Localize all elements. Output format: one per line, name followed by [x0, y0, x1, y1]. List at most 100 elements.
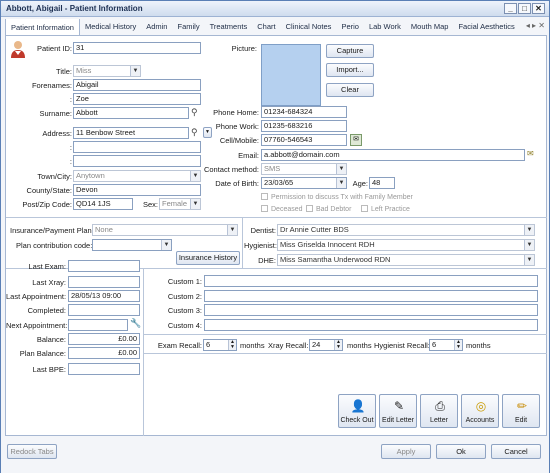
permission-checkbox[interactable]: Permission to discuss Tx with Family Mem… — [261, 193, 413, 201]
sex-select[interactable]: Female ▼ — [159, 198, 201, 210]
sms-icon[interactable]: ✉ — [350, 134, 362, 146]
tab-mouth-map[interactable]: Mouth Map — [406, 19, 454, 35]
minimize-button[interactable]: _ — [504, 3, 517, 14]
cell-field[interactable]: 07760-546543 — [261, 134, 347, 146]
tab-strip: Patient Information Medical History Admi… — [5, 19, 547, 36]
spinner-icon[interactable]: ▲ ▼ — [454, 340, 462, 350]
tab-lab-work[interactable]: Lab Work — [364, 19, 406, 35]
last-exam-field[interactable] — [68, 260, 140, 272]
edit-button[interactable]: ✏ Edit — [502, 394, 540, 428]
left-practice-checkbox[interactable]: Left Practice — [361, 205, 410, 213]
tab-perio[interactable]: Perio — [336, 19, 364, 35]
check-out-button[interactable]: 👤 Check Out — [338, 394, 376, 428]
divider — [144, 334, 547, 335]
letter-button[interactable]: ⎙ Letter — [420, 394, 458, 428]
xray-recall-field[interactable]: 24 ▲ ▼ — [309, 339, 343, 351]
tab-navigation[interactable]: ◂ ▸ ✕ — [526, 21, 545, 30]
custom-2-field[interactable] — [204, 290, 538, 302]
apply-button[interactable]: Apply — [381, 444, 431, 459]
tab-patient-information[interactable]: Patient Information — [5, 19, 80, 35]
tab-admin[interactable]: Admin — [141, 19, 172, 35]
hygienist-select[interactable]: Miss Griselda Innocent RDH ▼ — [277, 239, 535, 251]
xray-recall-unit: months — [347, 341, 372, 350]
exam-recall-label: Exam Recall: — [157, 341, 202, 350]
completed-label: Completed: — [27, 306, 66, 315]
accounts-button[interactable]: ◎ Accounts — [461, 394, 499, 428]
cancel-button[interactable]: Cancel — [491, 444, 541, 459]
divider — [143, 268, 144, 436]
spinner-icon[interactable]: ▲ ▼ — [228, 340, 236, 350]
dentist-value: Dr Annie Cutter BDS — [280, 225, 349, 234]
last-xray-field[interactable] — [68, 276, 140, 288]
chevron-down-icon: ▼ — [190, 199, 200, 209]
town-select[interactable]: Anytown ▼ — [73, 170, 201, 182]
dentist-select[interactable]: Dr Annie Cutter BDS ▼ — [277, 224, 535, 236]
tab-chart[interactable]: Chart — [252, 19, 280, 35]
forename-2-field[interactable]: Zoe — [73, 93, 201, 105]
last-exam-label: Last Exam: — [28, 262, 66, 271]
hygienist-label: Hygienist: — [244, 241, 277, 250]
postcode-field[interactable]: QD14 1JS — [73, 198, 133, 210]
dhe-select[interactable]: Miss Samantha Underwood RDN ▼ — [277, 254, 535, 266]
county-field[interactable]: Devon — [73, 184, 201, 196]
last-bpe-field[interactable] — [68, 363, 140, 375]
spinner-icon[interactable]: ▲ ▼ — [334, 340, 342, 350]
phone-work-field[interactable]: 01235-683216 — [261, 120, 347, 132]
contact-method-select[interactable]: SMS ▼ — [261, 163, 347, 175]
tab-facial-aesthetics[interactable]: Facial Aesthetics — [453, 19, 519, 35]
xray-recall-label: Xray Recall: — [268, 341, 309, 350]
last-appointment-field[interactable]: 28/05/13 09:00 — [68, 290, 140, 302]
tab-treatments[interactable]: Treatments — [205, 19, 253, 35]
last-bpe-label: Last BPE: — [32, 365, 66, 374]
custom-3-field[interactable] — [204, 304, 538, 316]
title-value: Miss — [76, 66, 92, 75]
forename-1-field[interactable]: Abigail — [73, 79, 201, 91]
bad-debtor-checkbox[interactable]: Bad Debtor — [306, 205, 351, 213]
dob-field[interactable]: 23/03/65 ▼ — [261, 177, 347, 189]
maximize-button[interactable]: □ — [518, 3, 531, 14]
close-button[interactable]: ✕ — [532, 3, 545, 14]
clear-button[interactable]: Clear — [326, 83, 374, 97]
tab-medical-history[interactable]: Medical History — [80, 19, 141, 35]
tab-family[interactable]: Family — [172, 19, 204, 35]
tab-clinical-notes[interactable]: Clinical Notes — [281, 19, 337, 35]
address-3-field[interactable] — [73, 155, 201, 167]
custom-4-field[interactable] — [204, 319, 538, 331]
redock-tabs-button[interactable]: Redock Tabs — [7, 444, 57, 459]
hygienist-recall-label: Hygienist Recall: — [374, 341, 430, 350]
town-value: Anytown — [76, 171, 105, 180]
insurance-history-button[interactable]: Insurance History — [176, 251, 240, 265]
plan-balance-label: Plan Balance: — [19, 349, 66, 358]
completed-field[interactable] — [68, 304, 140, 316]
address-3-label: : — [69, 157, 72, 166]
letter-label: Letter — [430, 417, 448, 424]
wrench-icon[interactable]: 🔧 — [130, 318, 141, 329]
exam-recall-field[interactable]: 6 ▲ ▼ — [203, 339, 237, 351]
address-1-field[interactable]: 11 Benbow Street — [73, 127, 189, 139]
import-button[interactable]: Import... — [326, 63, 374, 77]
custom-1-field[interactable] — [204, 275, 538, 287]
email-icon[interactable]: ✉ — [527, 149, 539, 160]
next-appointment-field[interactable] — [68, 319, 128, 331]
address-2-field[interactable] — [73, 141, 201, 153]
ok-button[interactable]: Ok — [436, 444, 486, 459]
insurance-plan-select[interactable]: None ▼ — [92, 224, 238, 236]
hygienist-recall-value: 6 — [432, 340, 437, 349]
next-appointment-label: Next Appointment: — [6, 321, 68, 330]
chevron-down-icon: ▼ — [524, 240, 534, 250]
patient-id-field[interactable]: 31 — [73, 42, 201, 54]
phone-home-field[interactable]: 01234-684324 — [261, 106, 347, 118]
chevron-down-icon: ▼ — [524, 225, 534, 235]
edit-letter-button[interactable]: ✎ Edit Letter — [379, 394, 417, 428]
email-field[interactable]: a.abbott@domain.com — [261, 149, 525, 161]
deceased-checkbox[interactable]: Deceased — [261, 205, 303, 213]
title-select[interactable]: Miss ▼ — [73, 65, 141, 77]
edit-label: Edit — [514, 417, 528, 424]
surname-field[interactable]: Abbott — [73, 107, 189, 119]
hygienist-recall-field[interactable]: 6 ▲ ▼ — [429, 339, 463, 351]
footer-bar: Redock Tabs Apply Ok Cancel — [1, 437, 549, 473]
plan-contribution-select[interactable]: ▼ — [92, 239, 172, 251]
chevron-down-icon: ▼ — [130, 66, 140, 76]
printer-icon: ⎙ — [435, 399, 445, 413]
capture-button[interactable]: Capture — [326, 44, 374, 58]
